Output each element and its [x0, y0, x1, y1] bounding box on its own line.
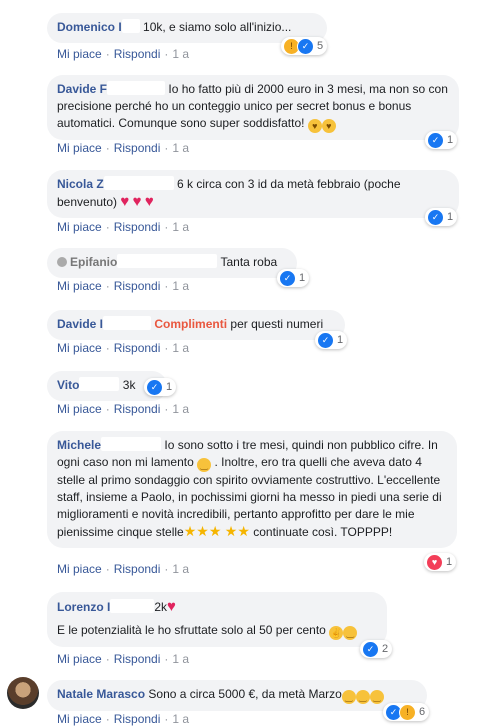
wow-icon: !: [399, 703, 416, 721]
author-name[interactable]: Domenico I: [57, 20, 122, 34]
highlight-text: Complimenti: [154, 317, 228, 331]
timestamp[interactable]: 1 a: [172, 652, 189, 666]
comment-actions: Mi piace · Rispondi · 1 a: [57, 402, 190, 416]
timestamp[interactable]: 1 a: [172, 220, 189, 234]
comment-text: per questi numeri: [230, 317, 324, 331]
comment-text: Tanta roba: [220, 255, 278, 269]
love-icon: ♥: [426, 553, 443, 571]
comment-actions: Mi piace · Rispondi · 1 a: [57, 562, 190, 576]
reactions-badge[interactable]: ✓ 1: [315, 331, 348, 349]
reply-link[interactable]: Rispondi: [114, 652, 161, 666]
comment-actions: Mi piace · Rispondi · 1 a: [57, 47, 190, 61]
like-icon: ✓: [427, 208, 444, 226]
like-icon: ✓: [297, 37, 314, 55]
smiling-face-with-hearts-icon: ♥: [321, 119, 336, 133]
author-name[interactable]: Michele: [57, 438, 101, 452]
reply-link[interactable]: Rispondi: [114, 279, 161, 293]
private-icon: [57, 257, 67, 267]
like-link[interactable]: Mi piace: [57, 562, 102, 576]
reactions-badge[interactable]: ✓ 1: [425, 131, 458, 149]
comment-bubble: Natale Marasco Sono a circa 5000 €, da m…: [47, 680, 427, 711]
reply-link[interactable]: Rispondi: [114, 220, 161, 234]
timestamp[interactable]: 1 a: [172, 712, 189, 726]
timestamp[interactable]: 1 a: [172, 402, 189, 416]
timestamp[interactable]: 1 a: [172, 562, 189, 576]
like-link[interactable]: Mi piace: [57, 712, 102, 726]
star-icon: ★: [183, 523, 197, 539]
comment-bubble: Michele Io sono sotto i tre mesi, quindi…: [47, 431, 457, 548]
like-link[interactable]: Mi piace: [57, 652, 102, 666]
reply-link[interactable]: Rispondi: [114, 47, 161, 61]
like-link[interactable]: Mi piace: [57, 341, 102, 355]
comment-text: 2k: [154, 600, 168, 614]
comment-actions: Mi piace · Rispondi · 1 a: [57, 279, 190, 293]
reactions-badge[interactable]: ! ✓ 5: [281, 37, 328, 55]
smile-icon: ‿: [197, 458, 212, 472]
grin-icon: ‿: [369, 690, 384, 704]
comment-actions: Mi piace · Rispondi · 1 a: [57, 712, 190, 726]
ok-hand-icon: ✌: [329, 626, 344, 640]
reply-link[interactable]: Rispondi: [114, 141, 161, 155]
comment-text-continued: E le potenzialità le ho sfruttate solo a…: [57, 623, 326, 637]
reactions-badge[interactable]: ✓ 1: [144, 378, 177, 396]
reply-link[interactable]: Rispondi: [114, 341, 161, 355]
comment-actions: Mi piace · Rispondi · 1 a: [57, 141, 190, 155]
like-icon: ✓: [362, 640, 379, 658]
star-icon: ★: [208, 523, 222, 539]
comment-actions: Mi piace · Rispondi · 1 a: [57, 220, 190, 234]
like-icon: ✓: [317, 331, 334, 349]
reactions-badge[interactable]: ✓ 2: [360, 640, 393, 658]
author-name[interactable]: Nicola Z: [57, 177, 104, 191]
reply-link[interactable]: Rispondi: [114, 562, 161, 576]
grin-icon: ‿: [341, 690, 356, 704]
comment-text-end: continuate così. TOPPPP!: [253, 525, 393, 539]
reactions-badge[interactable]: ✓ 1: [425, 208, 458, 226]
timestamp[interactable]: 1 a: [172, 279, 189, 293]
comment-bubble: Epifanio Tanta roba: [47, 248, 297, 278]
comment-bubble: Davide I Complimenti per questi numeri: [47, 310, 345, 340]
timestamp[interactable]: 1 a: [172, 141, 189, 155]
avatar[interactable]: [7, 677, 39, 709]
timestamp[interactable]: 1 a: [172, 47, 189, 61]
author-name[interactable]: Epifanio: [70, 255, 117, 269]
like-icon: ✓: [427, 131, 444, 149]
smiling-face-with-hearts-icon: ♥: [307, 119, 322, 133]
grin-icon: ‿: [355, 690, 370, 704]
reply-link[interactable]: Rispondi: [114, 402, 161, 416]
author-name[interactable]: Lorenzo I: [57, 600, 110, 614]
like-link[interactable]: Mi piace: [57, 402, 102, 416]
author-name[interactable]: Davide F: [57, 82, 107, 96]
star-icon: ★: [237, 523, 250, 539]
heart-icon: ♥: [132, 193, 142, 210]
comment-text: Sono a circa 5000 €, da metà Marzo: [148, 687, 342, 701]
reactions-badge[interactable]: ✓! 6: [383, 703, 430, 721]
author-name[interactable]: Davide I: [57, 317, 103, 331]
like-icon: ✓: [146, 378, 163, 396]
reactions-badge[interactable]: ✓ 1: [277, 269, 310, 287]
heart-icon: ♥: [120, 193, 130, 210]
smile-icon: ‿: [343, 626, 358, 640]
comment-actions: Mi piace · Rispondi · 1 a: [57, 341, 190, 355]
author-name[interactable]: Natale Marasco: [57, 687, 145, 701]
heart-icon: ♥: [167, 598, 176, 615]
comment-text: 3k: [122, 378, 136, 392]
like-link[interactable]: Mi piace: [57, 141, 102, 155]
comment-bubble: Nicola Z 6 k circa con 3 id da metà febb…: [47, 170, 459, 218]
like-link[interactable]: Mi piace: [57, 47, 102, 61]
like-link[interactable]: Mi piace: [57, 279, 102, 293]
like-icon: ✓: [279, 269, 296, 287]
star-icon: ★: [224, 523, 238, 539]
comment-bubble: Lorenzo I 2k♥ E le potenzialità le ho sfr…: [47, 592, 387, 647]
reply-link[interactable]: Rispondi: [114, 712, 161, 726]
heart-icon: ♥: [144, 193, 154, 210]
like-link[interactable]: Mi piace: [57, 220, 102, 234]
reactions-badge[interactable]: ♥ 1: [424, 553, 457, 571]
comment-actions: Mi piace · Rispondi · 1 a: [57, 652, 190, 666]
timestamp[interactable]: 1 a: [172, 341, 189, 355]
comment-text: 10k, e siamo solo all'inizio...: [143, 20, 292, 34]
star-icon: ★: [196, 523, 209, 539]
comment-bubble: Davide F Io ho fatto più di 2000 euro in…: [47, 75, 459, 140]
author-name[interactable]: Vito: [57, 378, 79, 392]
